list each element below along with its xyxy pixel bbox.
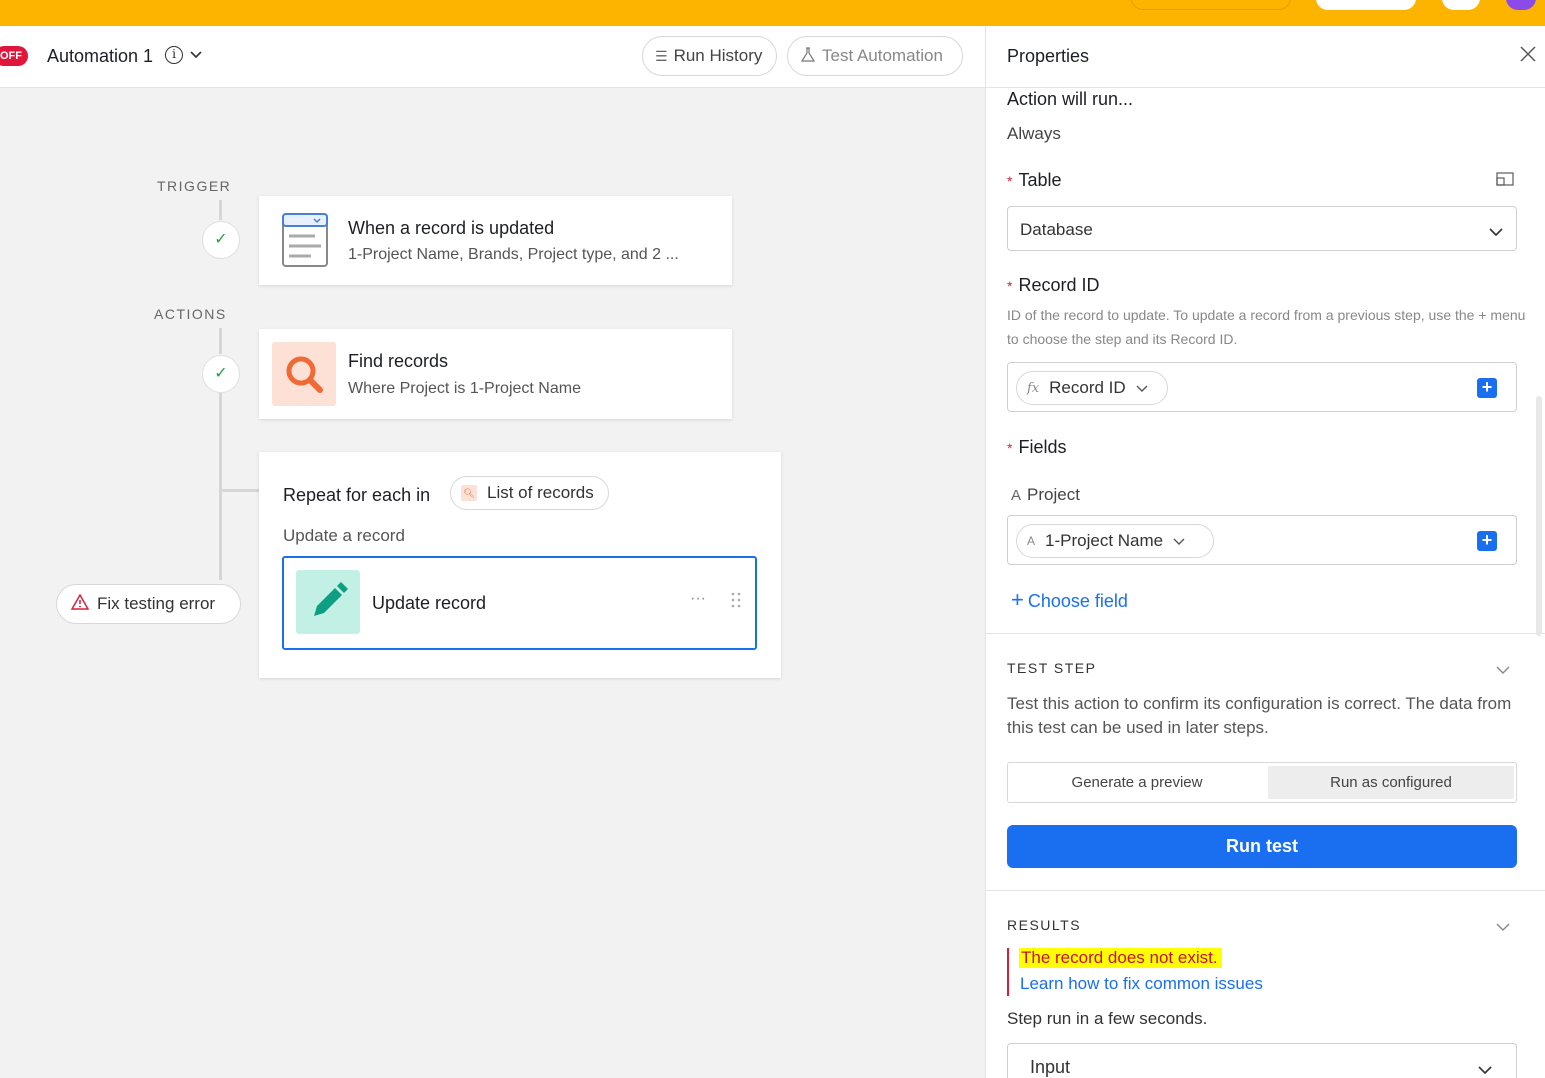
chevron-down-icon [1136,378,1148,398]
project-field-label: A Project [1011,485,1080,504]
more-icon[interactable]: ··· [690,590,706,608]
table-icon [281,212,329,273]
text-field-icon: A [1027,534,1036,548]
table-select[interactable]: Database [1007,206,1517,251]
panel-title: Properties [1007,46,1090,66]
run-history-button[interactable]: ☰ Run History [642,36,777,76]
scrollbar[interactable] [1536,396,1542,636]
help-icon[interactable] [1442,0,1480,10]
top-bar-button[interactable] [1316,0,1416,10]
chevron-down-icon [1173,531,1185,551]
automation-canvas: TRIGGER ✓ When a record is updated 1-Pro… [0,88,985,1078]
test-automation-label: Test Automation [822,46,943,65]
chevron-down-icon[interactable] [190,46,202,62]
table-select-value: Database [1020,220,1093,239]
trigger-subtitle: 1-Project Name, Brands, Project type, an… [348,246,679,263]
error-message: The record does not exist. [1019,948,1222,968]
test-step-description: Test this action to confirm its configur… [1007,694,1512,737]
info-icon[interactable]: i [165,46,183,64]
run-history-label: Run History [673,46,763,65]
list-icon: ☰ [655,47,668,64]
actions-label: ACTIONS [154,306,227,322]
pencil-icon [296,570,360,634]
trigger-card[interactable]: When a record is updated 1-Project Name,… [259,196,732,285]
action-runs-value[interactable]: Always [1007,124,1061,144]
chevron-down-icon [1489,224,1503,242]
automation-header: OFF Automation 1 i ☰ Run History Test Au… [0,26,985,88]
project-field[interactable]: A 1-Project Name + [1007,515,1517,565]
close-icon[interactable] [1520,42,1536,68]
results-label: RESULTS [1007,917,1082,933]
repeat-card[interactable]: Repeat for each in 🔍︎ List of records Up… [259,452,781,678]
chevron-down-icon [1478,1062,1492,1078]
panel-header: Properties [986,26,1545,88]
connector-line [219,489,259,492]
fields-label: * Fields [1007,437,1067,457]
update-record-card[interactable]: Update record ··· [282,556,757,650]
status-badge[interactable]: OFF [0,46,28,66]
fix-testing-error-label: Fix testing error [97,594,216,613]
repeat-title: Repeat for each in [283,485,431,505]
input-label: Input [1030,1057,1071,1077]
top-app-bar [0,0,1545,26]
input-accordion[interactable]: Input [1007,1043,1517,1078]
top-bar-button[interactable] [1131,0,1291,10]
trigger-title: When a record is updated [348,218,555,238]
fix-testing-error-button[interactable]: Fix testing error [56,584,241,624]
record-id-chip-label: Record ID [1049,378,1126,397]
learn-link[interactable]: Learn how to fix common issues [1020,974,1263,994]
add-icon[interactable]: + [1477,378,1497,398]
project-chip[interactable]: A 1-Project Name [1016,524,1214,558]
connector-line [219,328,222,354]
divider [986,633,1545,634]
plus-icon: + [1011,587,1024,612]
record-id-label: * Record ID [1007,275,1100,295]
run-test-button[interactable]: Run test [1007,825,1517,868]
chevron-down-icon[interactable] [1496,919,1510,937]
run-as-configured-option[interactable]: Run as configured [1268,766,1514,799]
avatar[interactable] [1506,0,1536,10]
record-id-chip[interactable]: fx Record ID [1016,371,1168,405]
test-step-label: TEST STEP [1007,660,1097,676]
record-id-field[interactable]: fx Record ID + [1007,362,1517,412]
update-record-title: Update record [372,593,487,613]
add-icon[interactable]: + [1477,531,1497,551]
expand-icon[interactable] [1496,172,1514,191]
automation-title[interactable]: Automation 1 [47,46,153,67]
check-icon: ✓ [202,355,240,393]
record-id-help: ID of the record to update. To update a … [1007,307,1526,347]
generate-preview-option[interactable]: Generate a preview [1012,766,1262,799]
step-run-text: Step run in a few seconds. [1007,1009,1208,1028]
find-records-card[interactable]: Find records Where Project is 1-Project … [259,329,732,419]
flask-icon [800,46,816,66]
text-field-icon: A [1011,487,1022,504]
list-of-records-chip[interactable]: 🔍︎ List of records [450,476,609,510]
warning-icon [70,592,90,615]
project-chip-label: 1-Project Name [1045,531,1164,550]
search-icon: 🔍︎ [461,485,477,501]
divider [986,890,1545,891]
repeat-subtitle: Update a record [283,526,405,545]
choose-field-button[interactable]: + Choose field [1011,587,1128,613]
search-icon [272,342,336,406]
table-label: * Table [1007,170,1062,190]
action-runs-label: Action will run... [1007,89,1134,109]
trigger-label: TRIGGER [157,178,232,194]
properties-panel: Properties Action will run... Always * Ta… [985,26,1545,1078]
find-records-title: Find records [348,351,449,371]
find-records-subtitle: Where Project is 1-Project Name [348,380,581,397]
error-indicator [1007,948,1009,996]
check-icon: ✓ [202,221,240,259]
connector-line [219,200,222,220]
connector-line [219,393,222,580]
chip-label: List of records [487,483,594,502]
formula-icon: fx [1027,380,1040,396]
chevron-down-icon[interactable] [1496,662,1510,680]
test-automation-button[interactable]: Test Automation [787,36,963,76]
drag-handle-icon[interactable] [731,592,741,613]
test-mode-toggle: Generate a preview Run as configured [1007,762,1517,803]
